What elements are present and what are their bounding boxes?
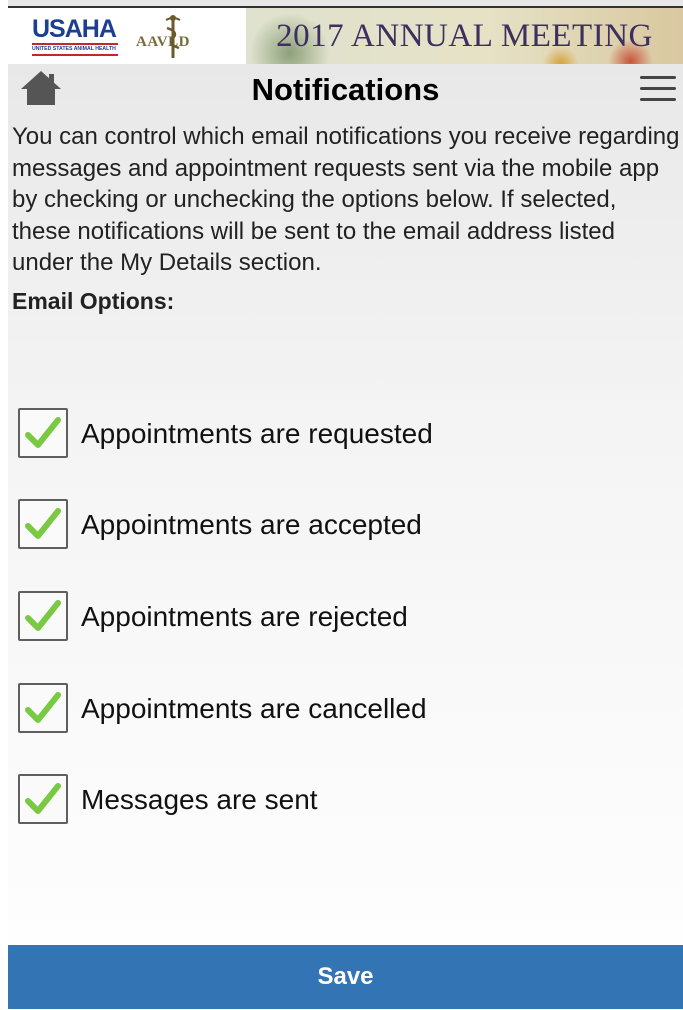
- option-label: Appointments are rejected: [81, 601, 408, 632]
- usaha-subtitle: UNITED STATES ANIMAL HEALTH: [32, 46, 116, 52]
- aavld-logo: AAVLD: [136, 14, 212, 60]
- checkbox[interactable]: [18, 683, 68, 733]
- hamburger-menu-icon[interactable]: [640, 76, 676, 104]
- checkbox[interactable]: [18, 499, 68, 549]
- option-label: Messages are sent: [81, 784, 318, 815]
- checkmark-icon: [25, 692, 61, 723]
- option-label: Appointments are accepted: [81, 509, 422, 540]
- option-label: Appointments are requested: [81, 418, 433, 449]
- checkbox[interactable]: [18, 591, 68, 641]
- email-options-label: Email Options:: [12, 288, 175, 314]
- meeting-banner: 2017 ANNUAL MEETING: [246, 8, 683, 64]
- option-appointments-rejected[interactable]: Appointments are rejected: [18, 591, 658, 645]
- checkmark-icon: [25, 600, 61, 631]
- save-button[interactable]: Save: [8, 945, 683, 1009]
- checkmark-icon: [25, 783, 61, 814]
- checkbox[interactable]: [18, 774, 68, 824]
- option-appointments-cancelled[interactable]: Appointments are cancelled: [18, 683, 658, 737]
- sponsor-logos: USAHA UNITED STATES ANIMAL HEALTH AAVLD: [8, 8, 246, 64]
- option-label: Appointments are cancelled: [81, 693, 427, 724]
- app-screen: USAHA UNITED STATES ANIMAL HEALTH AAVLD …: [8, 0, 683, 1010]
- checkmark-icon: [25, 508, 61, 539]
- usaha-logo: USAHA UNITED STATES ANIMAL HEALTH: [32, 16, 118, 60]
- checkmark-icon: [25, 417, 61, 448]
- intro-text: You can control which email notification…: [12, 123, 680, 276]
- option-appointments-requested[interactable]: Appointments are requested: [18, 408, 658, 462]
- usaha-logo-text: USAHA: [32, 15, 117, 43]
- meeting-title: 2017 ANNUAL MEETING: [276, 18, 653, 54]
- caduceus-icon: [165, 15, 181, 58]
- checkbox[interactable]: [18, 408, 68, 458]
- option-appointments-accepted[interactable]: Appointments are accepted: [18, 499, 658, 553]
- event-banner: USAHA UNITED STATES ANIMAL HEALTH AAVLD …: [8, 6, 683, 64]
- page-title: Notifications: [251, 72, 440, 107]
- option-messages-sent[interactable]: Messages are sent: [18, 774, 658, 828]
